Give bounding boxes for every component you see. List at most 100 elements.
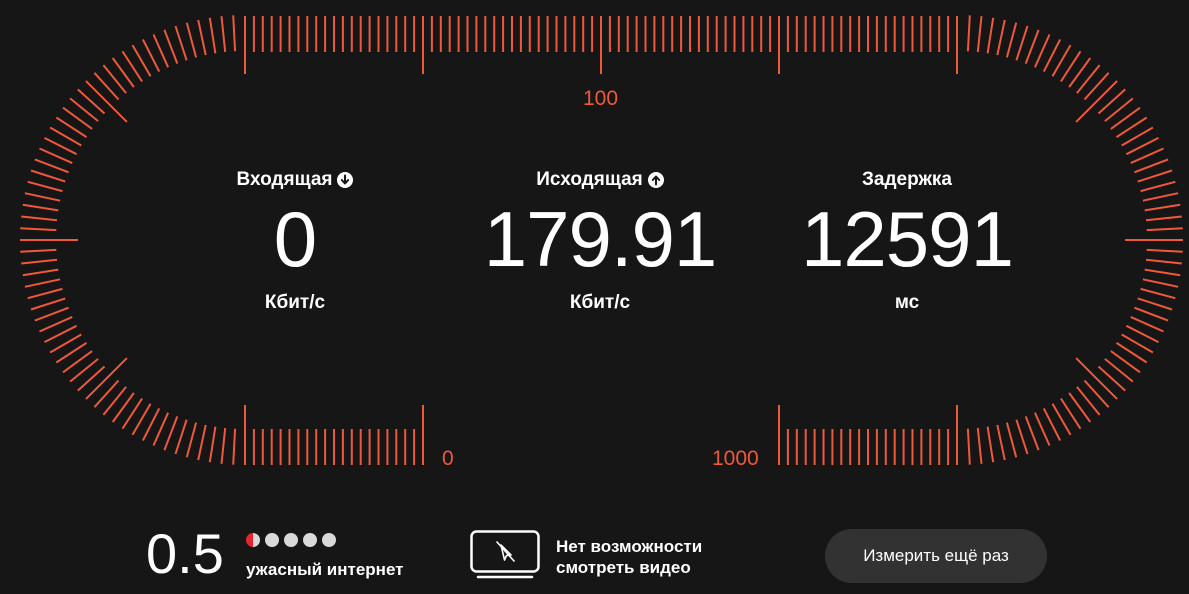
gauge-tick: [1146, 248, 1183, 253]
latency-metric: Задержка 12591 мс: [757, 168, 1057, 314]
gauge-label-0: 0: [442, 447, 454, 470]
rating-dot: [246, 533, 260, 547]
gauge-tick: [21, 215, 58, 222]
gauge-tick: [232, 15, 237, 52]
gauge-tick: [1097, 365, 1126, 392]
gauge-tick: [69, 358, 99, 383]
gauge-tick: [24, 278, 61, 288]
rating-dot: [284, 533, 298, 547]
gauge-tick: [986, 17, 995, 54]
gauge-tick: [1033, 412, 1051, 446]
gauge-tick: [208, 17, 217, 54]
gauge-tick: [220, 427, 227, 464]
gauge-tick: [966, 15, 971, 52]
gauge-tick: [163, 416, 179, 451]
gauge-tick: [1097, 88, 1126, 115]
video-text-line1: Нет возможности: [556, 537, 703, 556]
gauge-tick: [1137, 297, 1173, 311]
gauge-tick: [20, 227, 57, 232]
gauge-tick: [24, 192, 61, 202]
download-unit: Кбит/с: [264, 292, 326, 313]
gauge-tick: [1005, 22, 1018, 58]
gauge-tick: [1145, 215, 1182, 222]
gauge-tick: [39, 147, 73, 165]
gauge-tick: [1140, 287, 1176, 300]
gauge-tick: [1083, 379, 1110, 408]
quality-rating-dots: [246, 533, 336, 547]
gauge-tick: [22, 268, 59, 277]
gauge-tick: [77, 88, 106, 115]
gauge-tick: [1104, 358, 1134, 383]
gauge-tick: [1130, 315, 1164, 333]
no-video-icon: [470, 530, 540, 579]
download-metric: Входящая 0 Кбит/с: [145, 168, 445, 314]
download-value: 0: [273, 195, 317, 283]
gauge-tick: [1144, 268, 1181, 277]
gauge-tick: [996, 19, 1006, 56]
gauge-tick: [1140, 180, 1176, 193]
gauge-tick: [197, 19, 207, 56]
gauge-tick: [174, 419, 188, 455]
gauge-tick: [208, 426, 217, 463]
gauge-tick: [30, 169, 66, 183]
rating-dot: [265, 533, 279, 547]
measure-again-button[interactable]: Измерить ещё раз: [825, 529, 1047, 583]
arrow-down-circle-icon: [337, 172, 354, 188]
latency-value: 12591: [801, 195, 1014, 283]
gauge-tick: [1024, 29, 1040, 64]
gauge-tick: [27, 180, 63, 193]
gauge-tick: [77, 365, 106, 392]
upload-value: 179.91: [483, 195, 718, 283]
gauge-tick: [232, 428, 237, 465]
rating-dot: [303, 533, 317, 547]
gauge-tick: [185, 22, 198, 58]
gauge-tick: [1005, 422, 1018, 458]
gauge-tick: [1033, 34, 1051, 68]
gauge-label-1000: 1000: [712, 447, 759, 470]
gauge-tick: [996, 424, 1006, 461]
gauge-tick: [102, 64, 127, 94]
gauge-tick: [197, 424, 207, 461]
latency-title: Задержка: [862, 169, 952, 190]
gauge-tick: [1144, 203, 1181, 212]
gauge-tick: [102, 386, 127, 416]
gauge-tick: [1130, 147, 1164, 165]
gauge-tick: [69, 97, 99, 122]
gauge-tick: [1015, 25, 1029, 61]
gauge-tick: [966, 428, 971, 465]
gauge-tick: [20, 248, 57, 253]
gauge-tick: [152, 412, 170, 446]
gauge-tick: [21, 258, 58, 265]
gauge-tick: [1142, 192, 1179, 202]
upload-title: Исходящая: [536, 169, 643, 190]
gauge-tick: [1145, 258, 1182, 265]
video-text-line2: смотреть видео: [556, 558, 691, 577]
gauge-tick: [976, 16, 983, 53]
gauge-tick: [174, 25, 188, 61]
upload-unit: Кбит/с: [569, 292, 631, 313]
gauge-tick: [1146, 227, 1183, 232]
gauge-tick: [34, 306, 69, 322]
gauge-tick: [1104, 97, 1134, 122]
gauge-tick: [1015, 419, 1029, 455]
gauge-tick: [976, 427, 983, 464]
gauge-tick: [27, 287, 63, 300]
gauge-tick: [93, 379, 120, 408]
gauge-tick: [1142, 278, 1179, 288]
video-capability-text: Нет возможности смотреть видео: [556, 536, 702, 578]
gauge-tick: [22, 203, 59, 212]
upload-metric: Исходящая 179.91 Кбит/с: [450, 168, 750, 314]
gauge-tick: [34, 158, 69, 174]
gauge-tick: [163, 29, 179, 64]
arrow-up-circle-icon: [647, 172, 664, 188]
gauge-label-100: 100: [583, 87, 619, 110]
quality-score: 0.5: [146, 522, 224, 585]
gauge-tick: [986, 426, 995, 463]
gauge-tick: [1134, 306, 1169, 322]
gauge-tick: [39, 315, 73, 333]
gauge-tick: [185, 422, 198, 458]
gauge-tick: [30, 297, 66, 311]
gauge-tick: [1134, 158, 1169, 174]
quality-label: ужасный интернет: [246, 560, 404, 579]
gauge-tick: [1076, 386, 1101, 416]
